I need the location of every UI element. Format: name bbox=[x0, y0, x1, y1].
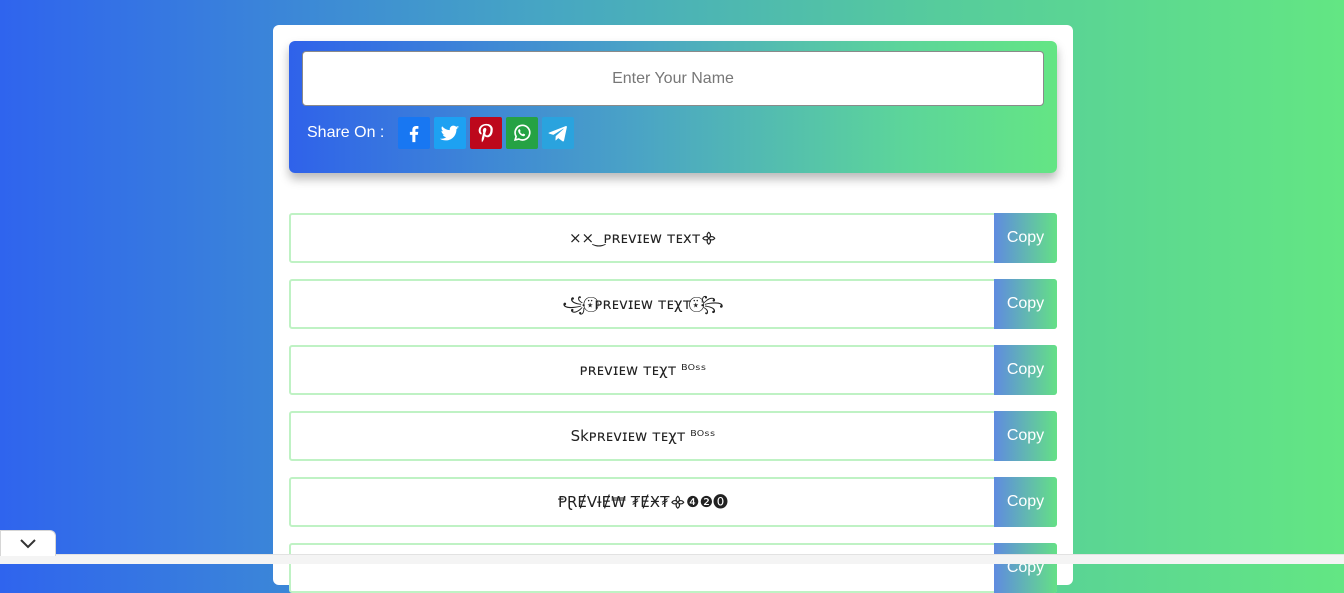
copy-button[interactable]: Copy bbox=[994, 345, 1057, 395]
font-row: Skᴘʀᴇᴠɪᴇᴡ ᴛᴇχᴛ ᴮᴼˢˢ Copy bbox=[289, 411, 1057, 461]
font-row: ꧁⍣⃝ᴘʀᴇᴠɪᴇᴡ ᴛᴇχᴛ⍣⃝꧂ Copy bbox=[289, 279, 1057, 329]
copy-button[interactable]: Copy bbox=[994, 477, 1057, 527]
styled-text: Skᴘʀᴇᴠɪᴇᴡ ᴛᴇχᴛ ᴮᴼˢˢ bbox=[570, 427, 716, 445]
styled-text bbox=[291, 545, 995, 591]
name-panel: Share On : bbox=[289, 41, 1057, 173]
chevron-down-icon bbox=[20, 538, 36, 548]
expand-tab[interactable] bbox=[0, 530, 56, 556]
facebook-share-button[interactable] bbox=[398, 117, 431, 149]
pinterest-icon bbox=[479, 123, 494, 143]
styled-text: ꧁⍣⃝ᴘʀᴇᴠɪᴇᴡ ᴛᴇχᴛ⍣⃝꧂ bbox=[562, 295, 724, 313]
facebook-icon bbox=[410, 125, 419, 143]
twitter-icon bbox=[440, 125, 460, 141]
telegram-share-button[interactable] bbox=[542, 117, 575, 149]
font-row: ᴘʀᴇᴠɪᴇᴡ ᴛᴇχᴛ ᴮᴼˢˢ Copy bbox=[289, 345, 1057, 395]
share-label: Share On : bbox=[307, 124, 385, 141]
font-row: ⱣⱤɆVƗɆ₩ ₮ɆӾ₮᯽❹❷⓿ Copy bbox=[289, 477, 1057, 527]
copy-button[interactable]: Copy bbox=[994, 279, 1057, 329]
font-row: ×× ͜ ᴘʀᴇᴠɪᴇᴡ ᴛᴇxᴛ᯽ Copy bbox=[289, 213, 1057, 263]
share-row: Share On : bbox=[307, 117, 578, 149]
styled-text: ⱣⱤɆVƗɆ₩ ₮ɆӾ₮᯽❹❷⓿ bbox=[557, 493, 729, 511]
name-input[interactable] bbox=[302, 51, 1044, 106]
copy-button[interactable]: Copy bbox=[994, 213, 1057, 263]
whatsapp-icon bbox=[514, 124, 531, 141]
copy-button[interactable]: Copy bbox=[994, 411, 1057, 461]
main-card: Share On : ×× ͜ ᴘʀᴇᴠɪᴇᴡ ᴛᴇxᴛ᯽ Copy ꧁⍣⃝ᴘʀ… bbox=[273, 25, 1073, 593]
pinterest-share-button[interactable] bbox=[470, 117, 503, 149]
font-row: Copy bbox=[289, 543, 1057, 593]
twitter-share-button[interactable] bbox=[434, 117, 467, 149]
styled-text: ×× ͜ ᴘʀᴇᴠɪᴇᴡ ᴛᴇxᴛ᯽ bbox=[568, 229, 718, 247]
telegram-icon bbox=[548, 126, 568, 142]
whatsapp-share-button[interactable] bbox=[506, 117, 539, 149]
copy-button[interactable]: Copy bbox=[994, 543, 1057, 593]
styled-text: ᴘʀᴇᴠɪᴇᴡ ᴛᴇχᴛ ᴮᴼˢˢ bbox=[579, 361, 707, 379]
